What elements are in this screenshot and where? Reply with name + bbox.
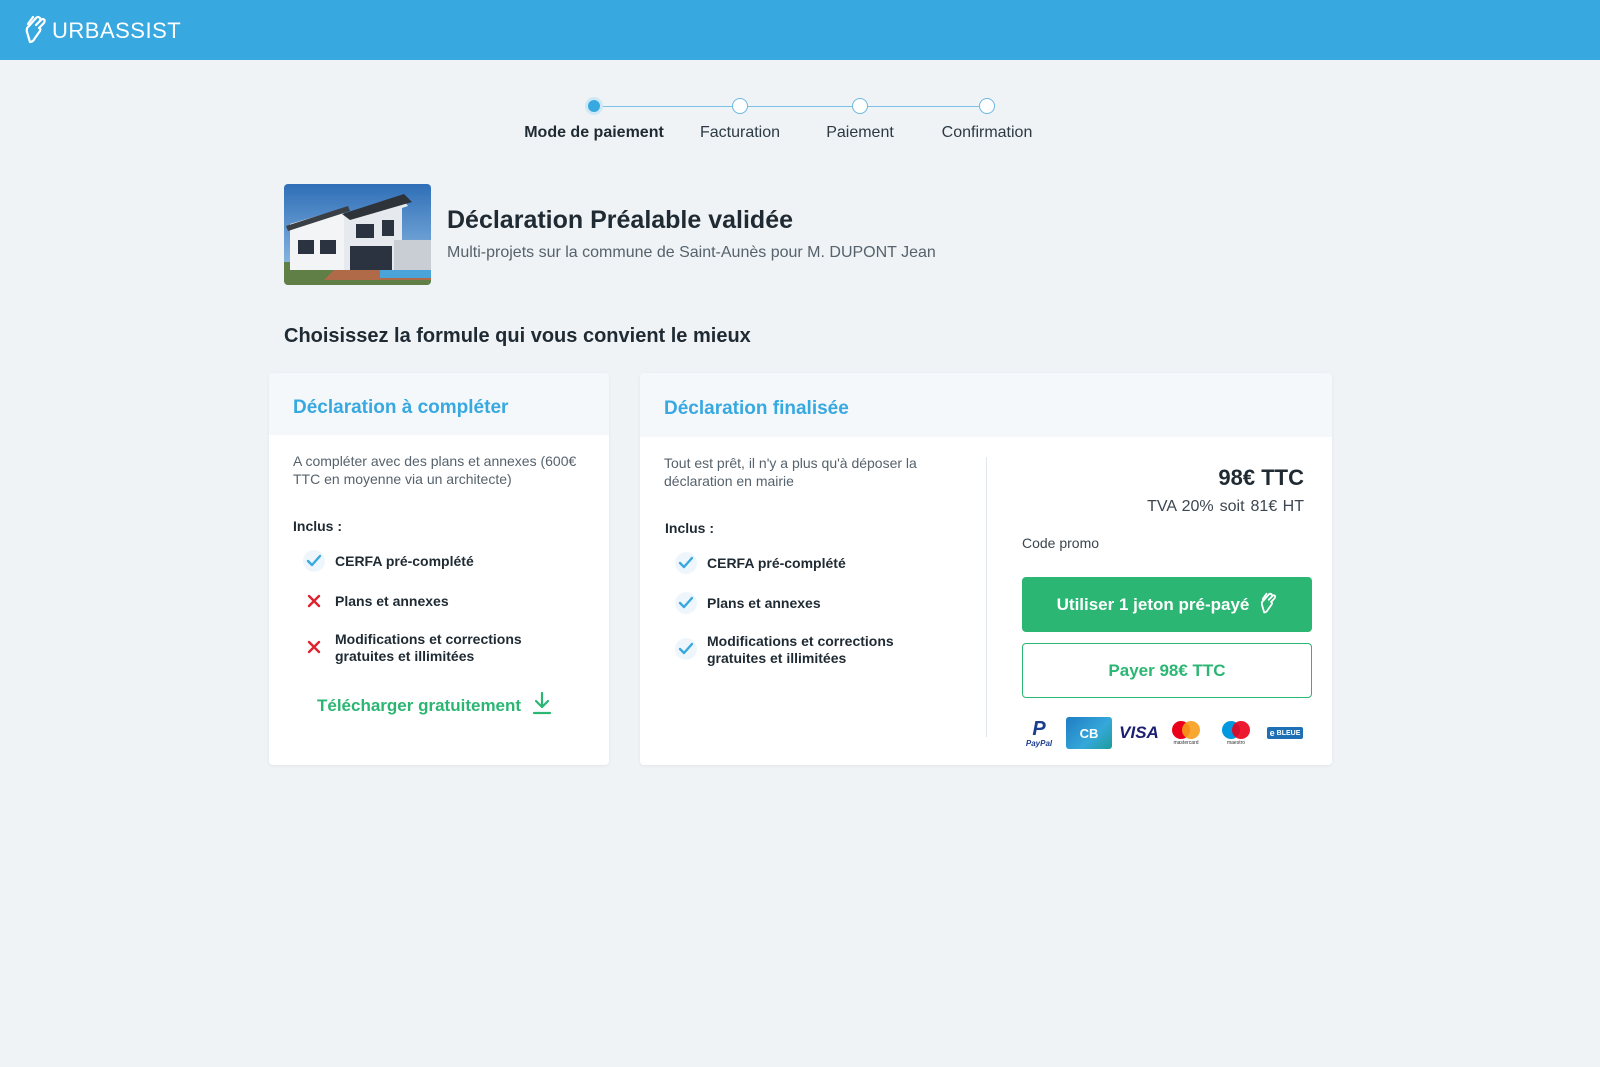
top-bar: URBASSIST — [0, 0, 1600, 60]
stepper-line — [860, 106, 987, 107]
step-label-paiement[interactable]: Paiement — [826, 124, 894, 142]
included-label: Inclus : — [293, 518, 343, 534]
feature-label: Plans et annexes — [335, 593, 449, 609]
e-carte-bleue-logo: e BLEUE — [1265, 715, 1305, 751]
mastercard-logo: mastercard — [1169, 715, 1203, 751]
step-dot-mode-de-paiement[interactable] — [585, 97, 603, 115]
cross-icon — [303, 590, 325, 612]
included-label: Inclus : — [665, 520, 715, 536]
price-ttc: 98€ TTC — [1218, 465, 1304, 490]
offer-card-declaration-finalisee: Déclaration finalisée Tout est prêt, il … — [640, 373, 1332, 765]
download-free-link[interactable]: Télécharger gratuitement — [317, 691, 553, 720]
feature-item: CERFA pré-complété — [303, 550, 474, 572]
check-icon — [303, 550, 325, 572]
offer-card-declaration-a-completer: Déclaration à compléter A compléter avec… — [269, 373, 609, 765]
feature-label: CERFA pré-complété — [335, 553, 474, 569]
feature-item: CERFA pré-complété — [675, 552, 846, 574]
project-title: Déclaration Préalable validée — [447, 206, 794, 234]
cross-icon — [303, 636, 325, 658]
feature-item: Plans et annexes — [675, 592, 821, 614]
pay-button[interactable]: Payer 98€ TTC — [1022, 643, 1312, 698]
offer-title: Déclaration à compléter — [269, 373, 609, 435]
tva-label: TVA 20% — [1147, 498, 1214, 515]
hand-logo-icon — [24, 12, 46, 49]
section-title: Choisissez la formule qui vous convient … — [284, 325, 751, 347]
stepper-line — [594, 106, 740, 107]
feature-label: Plans et annexes — [707, 595, 821, 611]
step-label-facturation[interactable]: Facturation — [700, 124, 780, 142]
payment-methods: P PayPal CB VISA mastercard maestro e BL… — [1022, 715, 1312, 751]
step-dot-facturation[interactable] — [732, 98, 748, 114]
use-token-label: Utiliser 1 jeton pré-payé — [1056, 594, 1250, 614]
check-icon — [675, 638, 697, 660]
offer-description: Tout est prêt, il n'y a plus qu'à dépose… — [664, 455, 917, 489]
vertical-divider — [986, 457, 987, 737]
step-dot-confirmation[interactable] — [979, 98, 995, 114]
feature-item: Modifications et corrections gratuites e… — [675, 633, 945, 667]
project-house-image — [284, 184, 431, 285]
checkout-stepper: Mode de paiement Facturation Paiement Co… — [500, 96, 1060, 146]
feature-label: Modifications et corrections gratuites e… — [707, 633, 894, 666]
cb-logo: CB — [1066, 717, 1112, 749]
check-icon — [675, 552, 697, 574]
use-token-button[interactable]: Utiliser 1 jeton pré-payé — [1022, 577, 1312, 632]
download-icon — [531, 691, 553, 720]
step-dot-paiement[interactable] — [852, 98, 868, 114]
step-label-mode-de-paiement[interactable]: Mode de paiement — [524, 124, 664, 142]
step-label-confirmation[interactable]: Confirmation — [942, 124, 1033, 142]
offer-title: Déclaration finalisée — [640, 373, 1332, 437]
feature-label: Modifications et corrections gratuites e… — [335, 631, 522, 664]
project-summary: Déclaration Préalable validée Multi-proj… — [284, 184, 936, 285]
maestro-logo: maestro — [1219, 715, 1253, 751]
feature-item: Plans et annexes — [303, 593, 449, 612]
project-subtitle: Multi-projets sur la commune de Saint-Au… — [447, 244, 936, 261]
soit-label: soit — [1219, 498, 1245, 515]
price-ht: 81€ HT — [1250, 498, 1304, 515]
download-label: Télécharger gratuitement — [317, 695, 522, 715]
paypal-logo: P PayPal — [1025, 717, 1053, 748]
offer-description: A compléter avec des plans et annexes (6… — [293, 453, 577, 487]
hand-token-icon — [1259, 590, 1277, 619]
promo-code-link[interactable]: Code promo — [1022, 535, 1099, 551]
tva-breakdown: TVA 20% soit 81€ HT — [1147, 498, 1304, 516]
brand-name: URBASSIST — [52, 17, 182, 43]
check-icon — [675, 592, 697, 614]
stepper-line — [740, 106, 860, 107]
feature-item: Modifications et corrections gratuites e… — [303, 631, 573, 665]
brand-logo[interactable]: URBASSIST — [24, 12, 181, 49]
feature-label: CERFA pré-complété — [707, 555, 846, 571]
visa-logo: VISA — [1119, 723, 1159, 742]
